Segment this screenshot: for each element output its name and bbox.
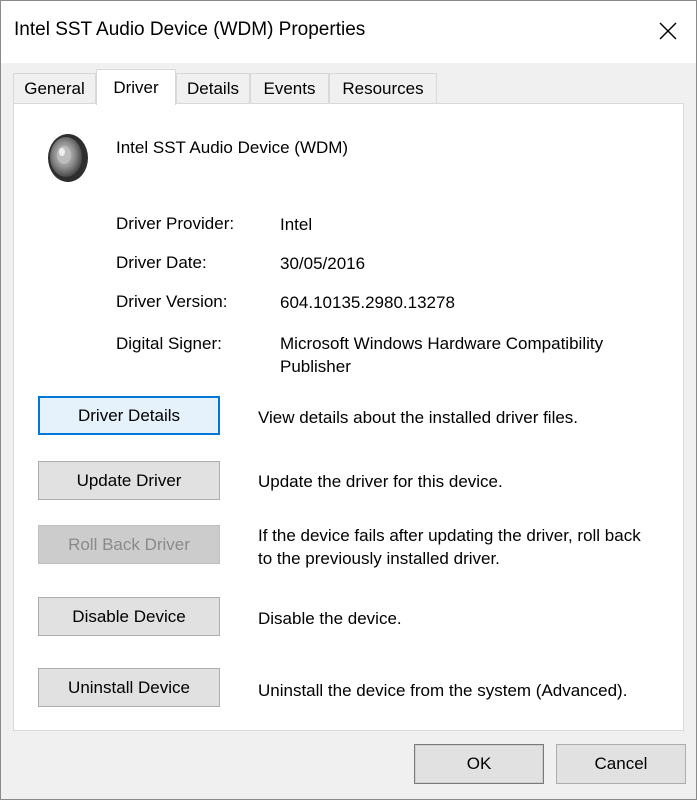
digital-signer-value: Microsoft Windows Hardware Compatibility… — [280, 334, 604, 376]
tab-driver-label: Driver — [113, 77, 159, 97]
title-bar: Intel SST Audio Device (WDM) Properties — [1, 1, 696, 63]
driver-version-value: 604.10135.2980.13278 — [280, 293, 455, 312]
driver-details-button[interactable]: Driver Details — [38, 396, 220, 435]
uninstall-device-button[interactable]: Uninstall Device — [38, 668, 220, 707]
close-button[interactable] — [650, 13, 686, 49]
tab-resources-label: Resources — [342, 79, 424, 98]
driver-version-label: Driver Version: — [116, 292, 228, 311]
close-icon — [659, 22, 677, 40]
driver-date-label: Driver Date: — [116, 253, 207, 272]
driver-details-description: View details about the installed driver … — [258, 408, 579, 427]
tab-strip: General Driver Details Events Resources — [13, 69, 693, 105]
driver-provider-label: Driver Provider: — [116, 214, 235, 233]
tab-driver[interactable]: Driver — [96, 69, 176, 105]
disable-device-description: Disable the device. — [258, 609, 402, 628]
tab-general-label: General — [24, 79, 85, 98]
driver-tab-panel: Intel SST Audio Device (WDM) Driver Prov… — [13, 103, 684, 731]
cancel-button[interactable]: Cancel — [556, 744, 686, 784]
uninstall-device-description: Uninstall the device from the system (Ad… — [258, 681, 628, 700]
tab-resources[interactable]: Resources — [329, 73, 437, 104]
device-name: Intel SST Audio Device (WDM) — [116, 138, 349, 157]
driver-date-value: 30/05/2016 — [280, 254, 366, 273]
update-driver-description: Update the driver for this device. — [258, 472, 503, 491]
properties-dialog: Intel SST Audio Device (WDM) Properties … — [0, 0, 697, 800]
driver-provider-value: Intel — [280, 215, 313, 234]
tab-events-label: Events — [263, 79, 316, 98]
tab-events[interactable]: Events — [250, 73, 329, 104]
window-title: Intel SST Audio Device (WDM) Properties — [14, 19, 366, 40]
tab-details[interactable]: Details — [176, 73, 250, 104]
update-driver-button[interactable]: Update Driver — [38, 461, 220, 500]
disable-device-button[interactable]: Disable Device — [38, 597, 220, 636]
roll-back-driver-description: If the device fails after updating the d… — [258, 526, 641, 568]
tab-details-label: Details — [187, 79, 239, 98]
digital-signer-label: Digital Signer: — [116, 334, 222, 353]
tab-general[interactable]: General — [13, 73, 96, 104]
speaker-icon — [48, 134, 88, 182]
roll-back-driver-button: Roll Back Driver — [38, 525, 220, 564]
ok-button[interactable]: OK — [414, 744, 544, 784]
